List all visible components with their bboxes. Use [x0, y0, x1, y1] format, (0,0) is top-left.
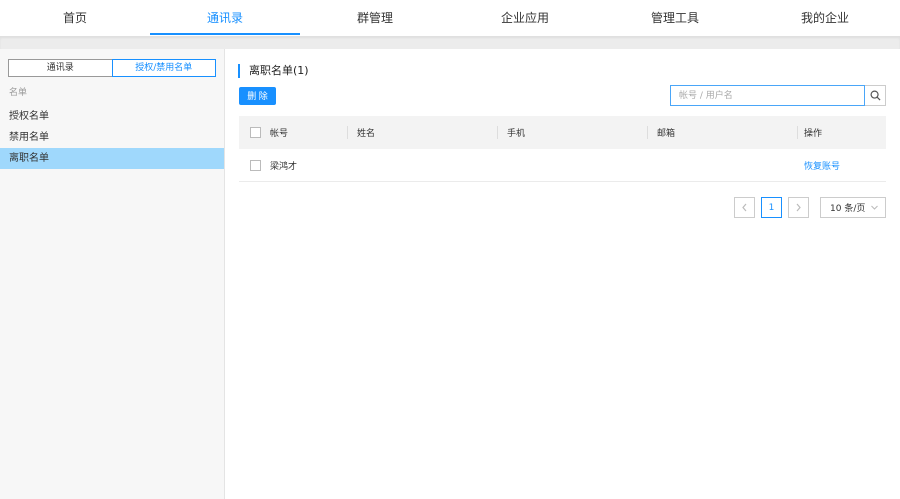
search-input[interactable] [670, 85, 865, 106]
chevron-left-icon [742, 203, 747, 212]
top-nav: 首页 通讯录 群管理 企业应用 管理工具 我的企业 [0, 0, 900, 36]
cell-name [347, 149, 497, 181]
col-phone-label: 手机 [507, 129, 526, 139]
page-size-select[interactable]: 10 条/页 [820, 197, 886, 218]
page-size-value: 10 条/页 [830, 204, 866, 214]
cell-phone [497, 149, 647, 181]
search-icon [870, 90, 881, 101]
delete-button[interactable]: 删 除 [239, 87, 276, 105]
prev-page-button[interactable] [734, 197, 755, 218]
chevron-right-icon [796, 203, 801, 212]
sidebar-list: 授权名单 禁用名单 离职名单 [0, 106, 224, 169]
col-action: 操作 [797, 116, 886, 149]
row-checkbox-cell [239, 149, 261, 181]
sidebar-item-authorized[interactable]: 授权名单 [0, 106, 224, 127]
search-box [670, 85, 886, 106]
toggle-auth-ban-list-button[interactable]: 授权/禁用名单 [111, 59, 216, 77]
resigned-table: 帐号 姓名 手机 邮箱 操作 梁鸿才 恢复账号 [239, 116, 886, 182]
select-all-checkbox[interactable] [250, 127, 261, 138]
page-title: 离职名单(1) [238, 64, 309, 78]
sidebar-item-resigned[interactable]: 离职名单 [0, 148, 224, 169]
sidebar: 通讯录 授权/禁用名单 名单 授权名单 禁用名单 离职名单 [0, 49, 225, 499]
header-divider [0, 36, 900, 49]
row-checkbox[interactable] [250, 159, 261, 171]
nav-group-management[interactable]: 群管理 [300, 0, 450, 36]
search-button[interactable] [865, 85, 886, 106]
list-type-toggle: 通讯录 授权/禁用名单 [8, 59, 216, 77]
chevron-down-icon [871, 205, 878, 210]
main-content: 离职名单(1) 删 除 帐号 姓名 手机 邮箱 操作 梁鸿才 [226, 49, 900, 499]
table-row: 梁鸿才 恢复账号 [239, 149, 886, 182]
table-header: 帐号 姓名 手机 邮箱 操作 [239, 116, 886, 149]
cell-account: 梁鸿才 [270, 161, 298, 172]
restore-account-link[interactable]: 恢复账号 [804, 159, 840, 172]
col-email-label: 邮箱 [657, 129, 676, 139]
nav-admin-tools[interactable]: 管理工具 [600, 0, 750, 36]
cell-action: 恢复账号 [797, 149, 886, 181]
nav-home[interactable]: 首页 [0, 0, 150, 36]
col-action-label: 操作 [804, 129, 823, 139]
col-name: 姓名 [347, 116, 497, 149]
nav-enterprise-apps[interactable]: 企业应用 [450, 0, 600, 36]
page-1-button[interactable]: 1 [761, 197, 782, 218]
header-checkbox-cell [239, 116, 261, 149]
sidebar-item-banned[interactable]: 禁用名单 [0, 127, 224, 148]
nav-contacts[interactable]: 通讯录 [150, 0, 300, 36]
col-name-label: 姓名 [357, 129, 376, 139]
col-phone: 手机 [497, 116, 647, 149]
sidebar-section-label: 名单 [9, 88, 28, 98]
col-account: 帐号 [270, 129, 289, 139]
toggle-contacts-button[interactable]: 通讯录 [8, 59, 113, 77]
cell-email [647, 149, 797, 181]
nav-my-enterprise[interactable]: 我的企业 [750, 0, 900, 36]
next-page-button[interactable] [788, 197, 809, 218]
col-email: 邮箱 [647, 116, 797, 149]
